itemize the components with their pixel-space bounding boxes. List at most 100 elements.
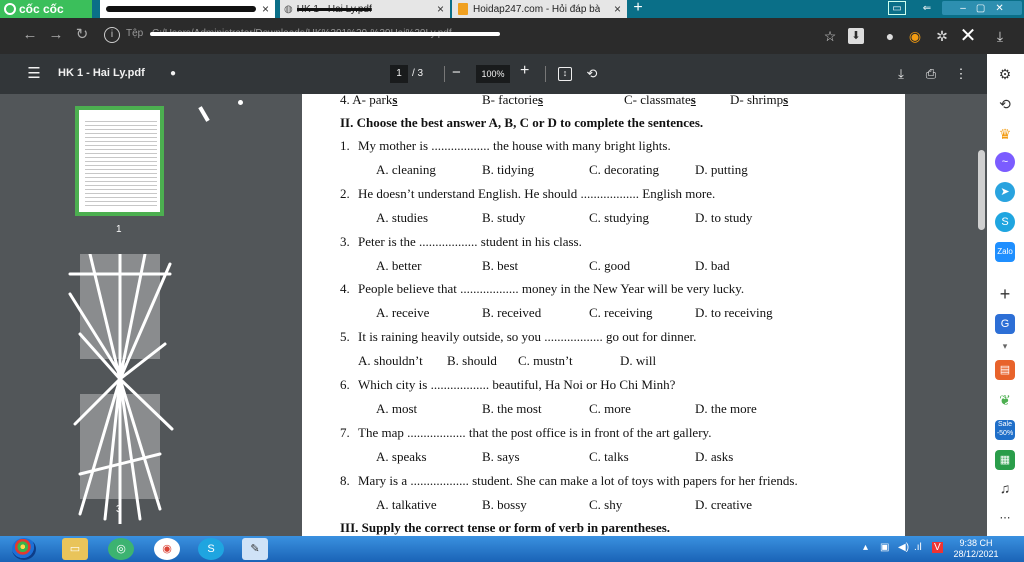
url-redaction — [150, 32, 500, 36]
download-icon[interactable]: ⤓ — [990, 26, 1010, 46]
minimize-button[interactable]: – — [960, 3, 966, 14]
translate-icon[interactable]: G — [995, 314, 1015, 334]
download-pdf-icon[interactable]: ⤓ — [892, 65, 910, 83]
zoom-level-input[interactable]: 100% — [476, 65, 510, 83]
tray-device-icon[interactable]: ▣ — [880, 542, 889, 553]
back-window-icon[interactable]: ⇐ — [918, 1, 936, 15]
prev-answer-b-text: B- factorie — [482, 94, 538, 107]
answer-option: D. will — [620, 353, 657, 369]
chrome-taskbar-icon[interactable]: ◉ — [154, 538, 180, 560]
signal-icon[interactable]: .ıl — [914, 542, 922, 553]
close-window-button[interactable]: ✕ — [995, 3, 1003, 14]
tab-hoidap[interactable]: Hoidap247.com - Hỏi đáp bà × — [452, 0, 627, 18]
notification-bell-icon[interactable]: ♫ — [995, 478, 1015, 498]
messenger-icon[interactable]: ~ — [995, 152, 1015, 172]
answer-option: C. receiving — [589, 305, 653, 321]
page-number-input[interactable]: 1 — [390, 65, 408, 83]
answer-option: D. putting — [695, 162, 748, 177]
ime-v-icon[interactable]: V — [932, 542, 943, 553]
fit-page-icon[interactable]: ↕ — [558, 67, 572, 81]
clipboard-icon[interactable]: ▤ — [995, 360, 1015, 380]
zoom-in-button[interactable]: + — [520, 62, 529, 80]
question-number: 3. — [340, 233, 350, 249]
maximize-button[interactable]: ▢ — [976, 3, 985, 14]
coccoc-logo-icon — [4, 3, 16, 15]
browser-brand[interactable]: cốc cốc — [0, 0, 92, 18]
cross-logo-icon[interactable]: ✕ — [958, 26, 978, 46]
start-button-icon[interactable] — [12, 538, 36, 560]
sale-badge-icon[interactable]: Sale -50% — [995, 420, 1015, 440]
skype-icon[interactable]: S — [995, 212, 1015, 232]
bookmark-star-icon[interactable]: ☆ — [820, 26, 840, 46]
answer-option: D. creative — [695, 496, 753, 512]
reload-icon[interactable]: ↻ — [72, 25, 92, 45]
forward-arrow-icon[interactable]: → — [46, 25, 66, 45]
answer-option: D. asks — [695, 448, 734, 464]
more-dots-icon[interactable]: ⋯ — [995, 508, 1015, 528]
close-tab-icon[interactable]: × — [437, 2, 444, 16]
toolbar-divider — [444, 66, 445, 82]
zoom-out-button[interactable]: − — [452, 64, 461, 81]
file-explorer-icon[interactable]: ▭ — [62, 538, 88, 560]
cast-icon[interactable]: ▭ — [888, 1, 906, 15]
telegram-icon[interactable]: ➤ — [995, 182, 1015, 202]
tray-expand-icon[interactable]: ▴ — [863, 542, 868, 553]
crown-icon[interactable]: ♛ — [995, 124, 1015, 144]
answer-option: A. receive — [376, 305, 430, 321]
download-box-icon[interactable]: ⬇ — [848, 28, 864, 44]
settings-gear-icon[interactable]: ⚙ — [995, 64, 1015, 84]
question-number: 2. — [340, 185, 350, 201]
chevron-down-icon[interactable]: ▾ — [995, 336, 1015, 356]
volume-icon[interactable]: ◀) — [898, 542, 909, 553]
answer-option: D. bad — [695, 257, 730, 273]
clock-date: 28/12/2021 — [953, 549, 999, 559]
more-options-icon[interactable]: ⋮ — [952, 65, 970, 83]
prev-answer-c-text: C- classmate — [624, 94, 691, 107]
close-tab-icon[interactable]: × — [262, 2, 269, 16]
leaf-icon[interactable]: ❦ — [995, 390, 1015, 410]
system-clock[interactable]: 9:38 CH 28/12/2021 — [948, 538, 1004, 560]
url-prefix: Tệp — [126, 28, 144, 39]
question-number: 7. — [340, 424, 350, 440]
question-number: 4. — [340, 281, 350, 297]
question-number: 8. — [340, 472, 350, 488]
print-icon[interactable]: ⎙ — [922, 65, 940, 83]
answer-option: D. to receiving — [695, 305, 773, 321]
question-number: 5. — [340, 329, 350, 345]
extensions-puzzle-icon[interactable]: ✲ — [932, 26, 952, 46]
back-arrow-icon[interactable]: ← — [20, 25, 40, 45]
answer-option: D. the more — [695, 401, 757, 416]
zalo-icon[interactable]: Zalo — [995, 242, 1015, 262]
brand-label: cốc cốc — [19, 2, 64, 16]
answer-option: B. tidying — [482, 162, 535, 177]
paint-taskbar-icon[interactable]: ✎ — [242, 538, 268, 560]
tab-pdf-label: HK 1 - Hai Ly.pdf — [296, 3, 372, 15]
rotate-icon[interactable]: ⟲ — [583, 65, 601, 83]
tab-active[interactable]: × — [100, 0, 275, 18]
new-tab-button[interactable]: + — [630, 0, 646, 16]
sidebar-rail: ⚙ ⟲ ♛ ~ ➤ S Zalo + G ▾ ▤ ❦ Sale -50% ▦ ♫ … — [987, 54, 1024, 536]
extension-round-icon[interactable]: ● — [880, 26, 900, 46]
close-tab-icon[interactable]: × — [614, 2, 621, 16]
answer-option: C. studying — [589, 209, 649, 225]
question-number: 6. — [340, 377, 350, 392]
sheet-icon[interactable]: ▦ — [995, 450, 1015, 470]
info-icon[interactable]: i — [104, 27, 120, 43]
skype-taskbar-icon[interactable]: S — [198, 538, 224, 560]
clock-time: 9:38 CH — [959, 538, 993, 548]
thumbnail-page-1[interactable] — [75, 106, 164, 216]
menu-icon[interactable]: ☰ — [24, 65, 44, 83]
prev-answer-d-text: D- shrimp — [730, 94, 784, 107]
thumbnail-label: 1 — [116, 224, 122, 235]
prev-answer-b: B- factories — [482, 94, 543, 108]
prev-answer-c: C- classmates — [624, 94, 696, 108]
prev-answer-b-suffix: s — [537, 94, 544, 107]
add-panel-icon[interactable]: + — [995, 284, 1015, 304]
coccoc-taskbar-icon[interactable]: ◎ — [108, 538, 134, 560]
history-icon[interactable]: ⟲ — [995, 94, 1015, 114]
question-text: Mary is a .................. student. Sh… — [358, 472, 798, 488]
extension-orange-icon[interactable]: ◉ — [905, 26, 925, 46]
page-scrollbar[interactable] — [978, 150, 985, 230]
question-text: My mother is .................. the hous… — [358, 138, 671, 153]
tab-pdf[interactable]: ◍ HK 1 - Hai Ly.pdf × — [280, 0, 450, 18]
